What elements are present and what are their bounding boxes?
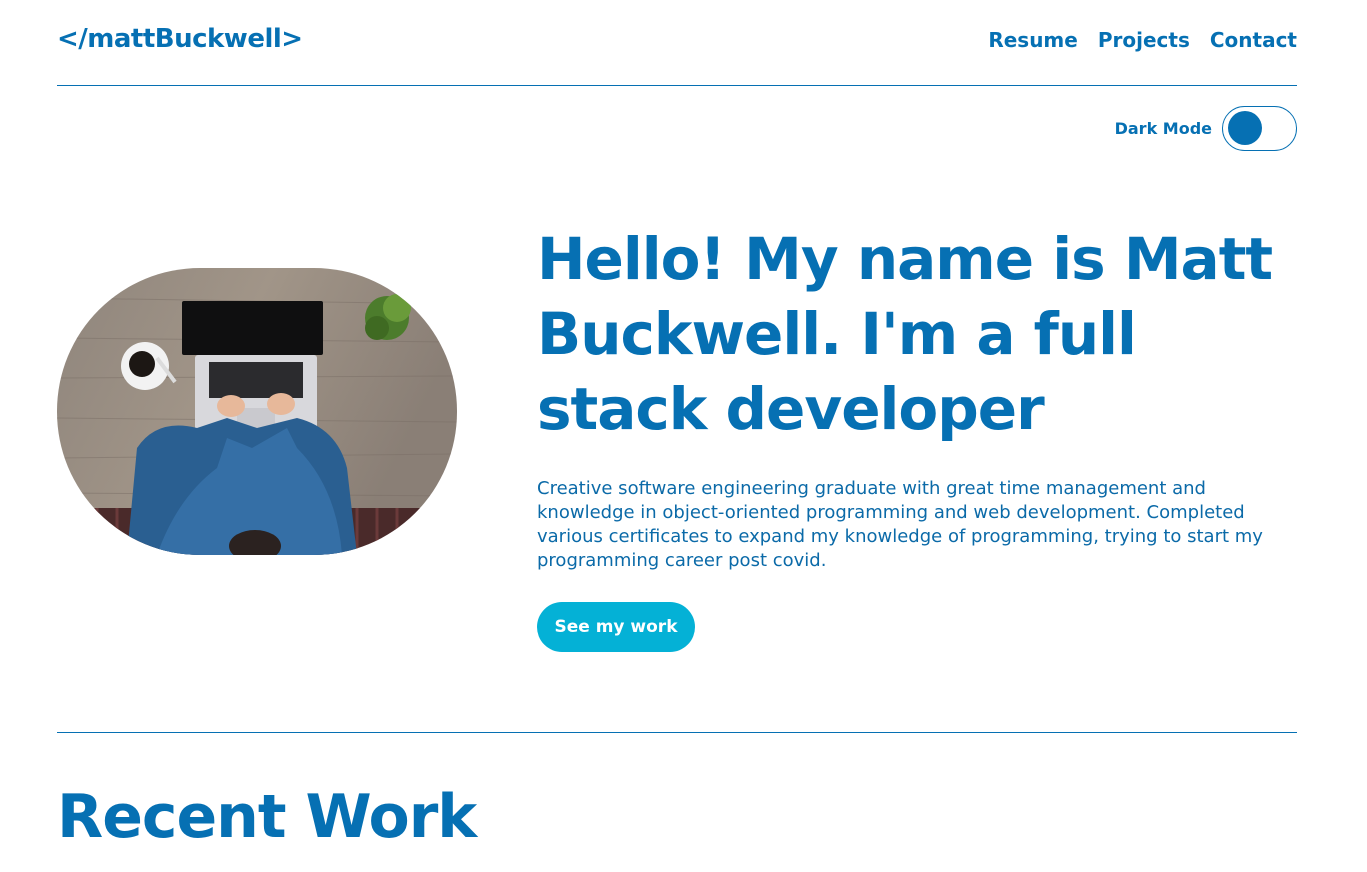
site-logo[interactable]: </mattBuckwell>	[57, 24, 303, 54]
dark-mode-label: Dark Mode	[1114, 119, 1212, 138]
hero-description: Creative software engineering graduate w…	[537, 478, 1263, 571]
site-header: </mattBuckwell> Resume Projects Contact	[57, 0, 1297, 86]
nav-link-projects[interactable]: Projects	[1098, 28, 1190, 52]
toggle-knob	[1228, 111, 1262, 145]
dark-mode-toggle[interactable]	[1222, 106, 1297, 151]
nav-link-contact[interactable]: Contact	[1210, 28, 1297, 52]
recent-work-title: Recent Work	[57, 782, 477, 852]
see-my-work-button[interactable]: See my work	[537, 602, 695, 652]
main-nav: Resume Projects Contact	[988, 28, 1297, 52]
laptop-desk-photo-icon	[57, 268, 457, 555]
dark-mode-control: Dark Mode	[1115, 106, 1297, 151]
nav-link-resume[interactable]: Resume	[988, 28, 1078, 52]
section-divider	[57, 732, 1297, 733]
hero-heading: Hello! My name is Matt Buckwell. I'm a f…	[537, 225, 1273, 443]
page: </mattBuckwell> Resume Projects Contact …	[0, 0, 1367, 872]
hero-image	[57, 268, 457, 555]
